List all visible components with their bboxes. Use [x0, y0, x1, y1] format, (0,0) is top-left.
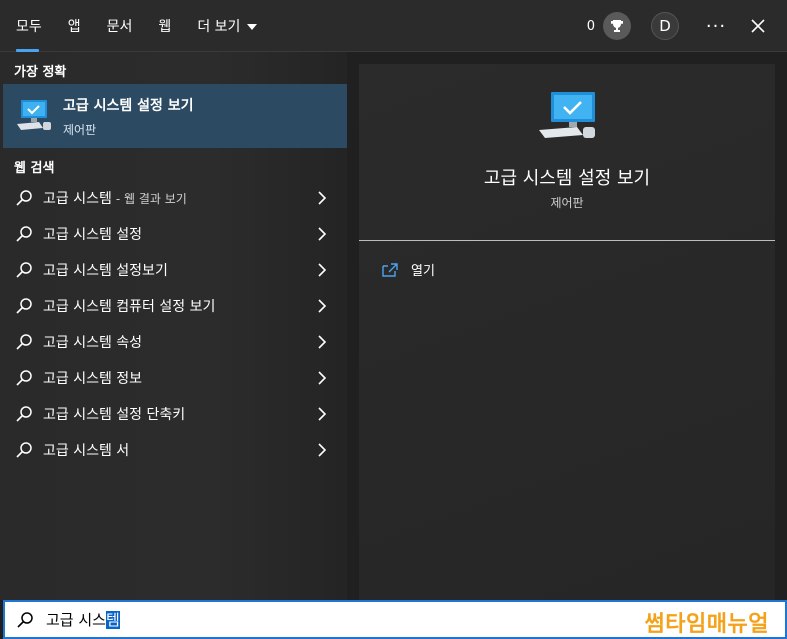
web-result-text: 고급 시스템 설정 단축키	[43, 407, 186, 423]
web-result-item[interactable]: 고급 시스템 설정	[0, 216, 347, 252]
search-icon	[16, 226, 32, 242]
open-external-icon	[382, 262, 398, 277]
search-icon	[16, 406, 32, 422]
windows-search-window: 모두 앱 문서 웹 더 보기 0 D ··· 가장 정확 고급 시스템 설정 보…	[0, 0, 787, 639]
search-query-selection: 템	[105, 611, 120, 629]
web-result-item[interactable]: 고급 시스템 서	[0, 432, 347, 468]
chevron-right-icon	[318, 443, 327, 457]
web-result-item[interactable]: 고급 시스템 설정보기	[0, 252, 347, 288]
web-result-suffix: - 웹 결과 보기	[115, 192, 187, 206]
trophy-icon[interactable]	[603, 12, 631, 40]
web-result-text: 고급 시스템 속성	[43, 335, 143, 351]
chevron-right-icon	[318, 191, 327, 205]
web-result-item[interactable]: 고급 시스템 - 웹 결과 보기	[0, 180, 347, 216]
chevron-right-icon	[318, 371, 327, 385]
search-box[interactable]: 고급 시스템 썸타임매뉴얼	[3, 600, 787, 639]
web-result-item[interactable]: 고급 시스템 설정 단축키	[0, 396, 347, 432]
chevron-right-icon	[318, 407, 327, 421]
search-icon	[16, 370, 32, 386]
rewards-points: 0	[586, 18, 595, 34]
chevron-right-icon	[318, 335, 327, 349]
tab-documents[interactable]: 문서	[94, 0, 146, 52]
search-input[interactable]: 고급 시스템	[46, 609, 120, 630]
best-match-subtitle: 제어판	[63, 122, 97, 137]
chevron-down-icon	[247, 24, 258, 30]
tab-label: 문서	[106, 19, 133, 35]
web-search-label: 웹 검색	[14, 161, 55, 176]
avatar[interactable]: D	[651, 12, 679, 40]
tab-more[interactable]: 더 보기	[184, 0, 270, 52]
search-icon	[17, 611, 33, 628]
best-match-label: 가장 정확	[14, 65, 67, 80]
watermark-logo: 썸타임매뉴얼	[644, 612, 769, 637]
computer-settings-icon	[539, 92, 595, 138]
top-right-controls: 0 D ···	[587, 0, 787, 52]
search-icon	[16, 298, 32, 314]
detail-title: 고급 시스템 설정 보기	[483, 168, 651, 189]
search-query-text: 고급 시스	[46, 611, 106, 629]
panel-divider	[347, 52, 359, 600]
chevron-right-icon	[318, 227, 327, 241]
open-action[interactable]: 열기	[381, 260, 435, 279]
web-result-item[interactable]: 고급 시스템 정보	[0, 360, 347, 396]
avatar-initial: D	[659, 17, 671, 35]
web-result-item[interactable]: 고급 시스템 컴퓨터 설정 보기	[0, 288, 347, 324]
web-result-text: 고급 시스템 서	[43, 443, 130, 459]
tab-label: 더 보기	[197, 19, 241, 35]
tab-all[interactable]: 모두	[0, 0, 55, 52]
close-icon	[751, 19, 765, 33]
chevron-right-icon	[318, 299, 327, 313]
detail-separator	[359, 240, 775, 241]
filter-tabs: 모두 앱 문서 웹 더 보기	[0, 0, 270, 52]
web-search-list: 고급 시스템 - 웹 결과 보기 고급 시스템 설정 고급 시스템 설정보기 고…	[0, 180, 347, 468]
search-icon	[16, 262, 32, 278]
computer-settings-icon	[17, 100, 51, 130]
tab-label: 웹	[158, 19, 172, 35]
results-panel: 가장 정확 고급 시스템 설정 보기 제어판 웹 검색 고급 시스템 - 웹 결…	[0, 52, 347, 600]
search-icon	[16, 190, 32, 206]
best-match-text: 고급 시스템 설정 보기 제어판	[63, 95, 194, 138]
tab-apps[interactable]: 앱	[55, 0, 94, 52]
best-match-title: 고급 시스템 설정 보기	[63, 97, 194, 114]
web-result-text: 고급 시스템 컴퓨터 설정 보기	[43, 299, 216, 315]
close-button[interactable]	[741, 9, 775, 43]
top-bar: 모두 앱 문서 웹 더 보기 0 D ···	[0, 0, 787, 52]
tab-web[interactable]: 웹	[145, 0, 184, 52]
web-result-text: 고급 시스템 정보	[43, 371, 143, 387]
search-icon	[16, 442, 32, 458]
web-result-text: 고급 시스템 설정	[43, 227, 143, 243]
tab-label: 앱	[67, 19, 81, 35]
search-icon	[16, 334, 32, 350]
detail-subtitle: 제어판	[550, 196, 584, 210]
detail-panel: 고급 시스템 설정 보기 제어판 열기	[359, 64, 775, 600]
best-match-item[interactable]: 고급 시스템 설정 보기 제어판	[3, 84, 347, 148]
tab-label: 모두	[16, 19, 42, 35]
web-result-item[interactable]: 고급 시스템 속성	[0, 324, 347, 360]
web-result-text: 고급 시스템 설정보기	[43, 263, 168, 279]
more-options-button[interactable]: ···	[699, 16, 733, 37]
web-result-text: 고급 시스템 - 웹 결과 보기	[43, 191, 187, 207]
more-icon: ···	[705, 15, 727, 37]
open-action-label: 열기	[411, 264, 435, 279]
chevron-right-icon	[318, 263, 327, 277]
